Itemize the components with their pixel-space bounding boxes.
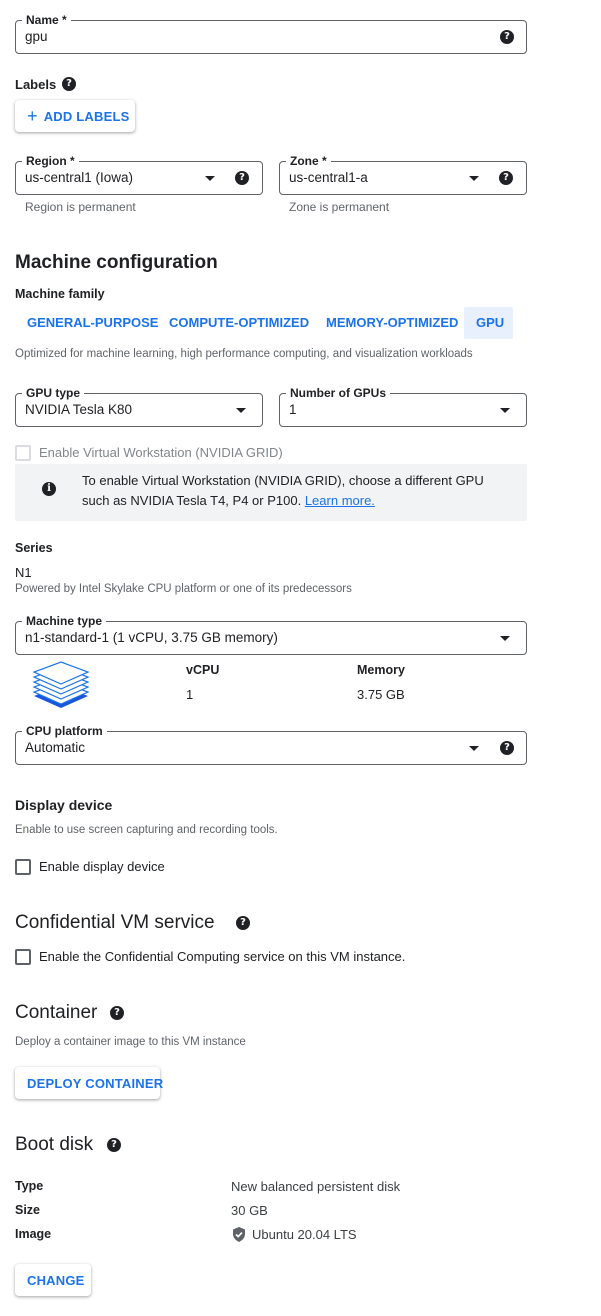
machine-type-select[interactable]: Machine type n1-standard-1 (1 vCPU, 3.75… (15, 613, 527, 655)
tab-general-purpose[interactable]: GENERAL-PURPOSE (15, 307, 170, 339)
cpu-platform-select[interactable]: CPU platform Automatic ? (15, 723, 527, 765)
name-field-label: Name * (22, 12, 71, 28)
cpu-platform-help-icon[interactable]: ? (500, 741, 514, 755)
tab-memory-optimized[interactable]: MEMORY-OPTIMIZED (314, 307, 470, 339)
change-boot-disk-button[interactable]: CHANGE (15, 1264, 91, 1296)
container-help-icon[interactable]: ? (110, 1006, 124, 1020)
series-label: Series (15, 541, 53, 555)
container-title: Container (15, 1002, 98, 1023)
name-field-value[interactable]: gpu (25, 29, 48, 44)
machine-type-value: n1-standard-1 (1 vCPU, 3.75 GB memory) (25, 630, 278, 645)
virtual-workstation-checkbox[interactable] (15, 445, 31, 461)
boot-disk-type-value: New balanced persistent disk (231, 1179, 401, 1194)
chevron-down-icon (205, 176, 215, 181)
display-device-title: Display device (15, 797, 113, 813)
chevron-down-icon (500, 408, 510, 413)
region-hint: Region is permanent (25, 200, 136, 214)
chevron-down-icon (500, 636, 510, 641)
gpu-type-select[interactable]: GPU type NVIDIA Tesla K80 (15, 385, 263, 427)
gpu-count-select[interactable]: Number of GPUs 1 (279, 385, 527, 427)
series-value: N1 (15, 565, 32, 580)
zone-label: Zone * (286, 153, 331, 169)
region-value: us-central1 (Iowa) (25, 170, 134, 185)
boot-disk-image-value: Ubuntu 20.04 LTS (252, 1227, 357, 1242)
virtual-workstation-label: Enable Virtual Workstation (NVIDIA GRID) (39, 445, 283, 460)
zone-value: us-central1-a (289, 170, 368, 185)
display-device-checkbox[interactable] (15, 859, 31, 875)
boot-disk-image-key: Image (15, 1227, 52, 1241)
gpu-type-label: GPU type (22, 385, 85, 401)
deploy-container-button[interactable]: DEPLOY CONTAINER (15, 1067, 163, 1099)
name-field[interactable]: Name * gpu ? (15, 12, 527, 54)
confidential-vm-help-icon[interactable]: ? (236, 916, 250, 930)
vcpu-value: 1 (186, 687, 194, 702)
confidential-vm-title: Confidential VM service (15, 912, 215, 933)
memory-value: 3.75 GB (357, 687, 405, 702)
container-description: Deploy a container image to this VM inst… (15, 1036, 246, 1048)
virtual-workstation-info-box: i To enable Virtual Workstation (NVIDIA … (15, 464, 527, 521)
info-box-message: To enable Virtual Workstation (NVIDIA GR… (82, 473, 484, 508)
region-select[interactable]: Region * us-central1 (Iowa) ? (15, 153, 263, 195)
learn-more-link[interactable]: Learn more. (305, 493, 375, 508)
boot-disk-help-icon[interactable]: ? (107, 1138, 121, 1152)
machine-family-description: Optimized for machine learning, high per… (15, 348, 473, 360)
cpu-platform-label: CPU platform (22, 723, 107, 739)
boot-disk-title: Boot disk (15, 1134, 94, 1155)
labels-help-icon[interactable]: ? (62, 77, 76, 91)
boot-disk-type-key: Type (15, 1179, 44, 1193)
machine-type-label: Machine type (22, 613, 107, 629)
gpu-type-value: NVIDIA Tesla K80 (25, 402, 133, 417)
add-labels-label: ADD LABELS (43, 108, 130, 124)
plus-icon: + (27, 106, 38, 126)
vcpu-header: vCPU (186, 663, 220, 677)
zone-hint: Zone is permanent (289, 200, 390, 214)
help-icon[interactable]: ? (500, 30, 514, 44)
gpu-count-label: Number of GPUs (286, 385, 391, 401)
boot-disk-size-value: 30 GB (231, 1203, 268, 1218)
machine-config-title: Machine configuration (15, 252, 218, 273)
add-labels-button[interactable]: + ADD LABELS (15, 100, 135, 132)
region-help-icon[interactable]: ? (235, 171, 249, 185)
info-box-text: To enable Virtual Workstation (NVIDIA GR… (82, 471, 512, 511)
chevron-down-icon (236, 408, 246, 413)
confidential-vm-label: Enable the Confidential Computing servic… (39, 949, 406, 964)
labels-title: Labels (15, 77, 57, 92)
tab-compute-optimized[interactable]: COMPUTE-OPTIMIZED (157, 307, 321, 339)
cpu-platform-value: Automatic (25, 740, 86, 755)
chevron-down-icon (469, 746, 479, 751)
region-label: Region * (22, 153, 79, 169)
chevron-down-icon (469, 176, 479, 181)
boot-disk-size-key: Size (15, 1203, 41, 1217)
zone-help-icon[interactable]: ? (499, 171, 513, 185)
machine-family-label: Machine family (15, 287, 105, 301)
display-device-label: Enable display device (39, 859, 165, 874)
info-icon: i (42, 482, 56, 496)
memory-header: Memory (357, 663, 405, 677)
display-device-description: Enable to use screen capturing and recor… (15, 824, 278, 836)
gpu-count-value: 1 (289, 402, 297, 417)
confidential-vm-checkbox[interactable] (15, 949, 31, 965)
series-description: Powered by Intel Skylake CPU platform or… (15, 583, 352, 595)
shield-icon (233, 1227, 245, 1242)
tab-gpu[interactable]: GPU (464, 307, 513, 339)
zone-select[interactable]: Zone * us-central1-a ? (279, 153, 527, 195)
machine-stack-icon (32, 661, 90, 708)
